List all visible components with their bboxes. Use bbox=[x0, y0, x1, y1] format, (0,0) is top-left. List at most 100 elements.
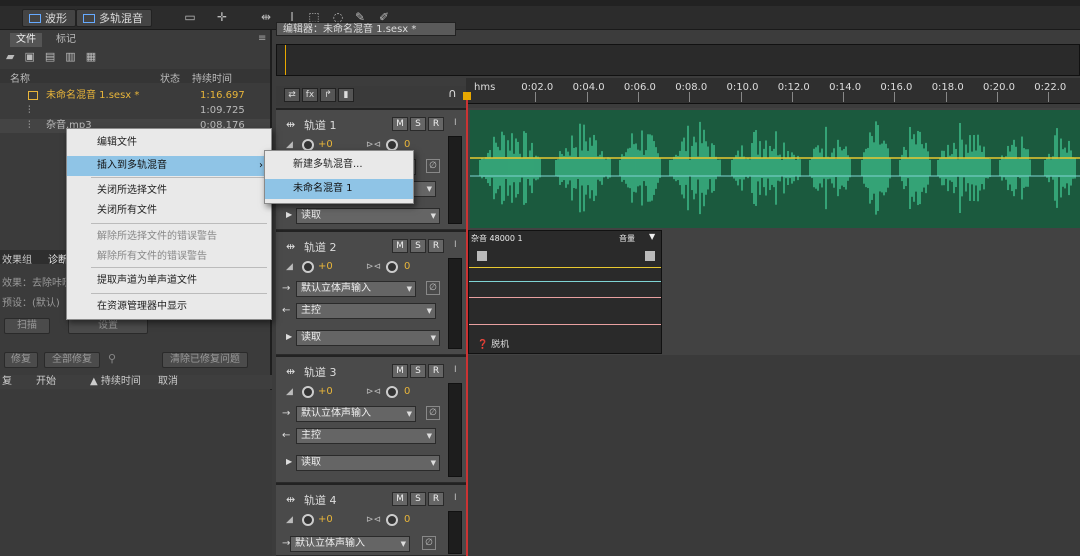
tab-effects[interactable]: 效果组 bbox=[2, 251, 32, 266]
track-name[interactable]: 轨道 1 bbox=[304, 117, 337, 133]
monitor-input-icon[interactable]: I bbox=[454, 493, 457, 503]
context-menu-item[interactable]: 关闭所选择文件 bbox=[67, 181, 271, 201]
pan-value[interactable]: 0 bbox=[404, 261, 410, 272]
import-icon[interactable]: ▣ bbox=[24, 50, 34, 66]
pan-knob[interactable] bbox=[386, 514, 398, 526]
mute-button[interactable]: M bbox=[392, 492, 408, 506]
automation-mode-select[interactable]: 读取 bbox=[296, 455, 440, 471]
mute-button[interactable]: M bbox=[392, 117, 408, 131]
new-file-icon[interactable]: ▤ bbox=[45, 50, 55, 66]
output-select[interactable]: 主控 bbox=[296, 428, 436, 444]
insert-icon[interactable]: ▥ bbox=[65, 50, 75, 66]
col-name[interactable]: 名称 bbox=[10, 70, 30, 85]
input-phase-icon[interactable]: ∅ bbox=[426, 406, 440, 420]
context-menu-item[interactable]: 编辑文件 bbox=[67, 133, 271, 153]
swap-icon[interactable]: ⇄ bbox=[284, 88, 300, 102]
volume-value[interactable]: +0 bbox=[318, 261, 333, 272]
pan-value[interactable]: 0 bbox=[404, 514, 410, 525]
solo-button[interactable]: S bbox=[410, 117, 426, 131]
volume-knob[interactable] bbox=[302, 261, 314, 273]
record-arm-button[interactable]: R bbox=[428, 239, 444, 253]
volume-envelope[interactable] bbox=[469, 267, 661, 268]
col-cancel[interactable]: 取消 bbox=[158, 375, 178, 389]
fx-icon[interactable]: fx bbox=[302, 88, 318, 102]
track-name[interactable]: 轨道 4 bbox=[304, 492, 337, 508]
context-menu-item[interactable]: 提取声道为单声道文件 bbox=[67, 271, 271, 291]
col-status[interactable]: 状态 bbox=[160, 70, 180, 85]
volume-value[interactable]: +0 bbox=[318, 514, 333, 525]
fade-out-handle-icon[interactable] bbox=[645, 251, 655, 261]
fix-button[interactable]: 修复 bbox=[4, 352, 38, 368]
pan-knob[interactable] bbox=[386, 261, 398, 273]
automation-mode-select[interactable]: 读取 bbox=[296, 208, 440, 224]
automation-mode-select[interactable]: 读取 bbox=[296, 330, 440, 346]
context-menu-item[interactable]: 在资源管理器中显示 bbox=[67, 297, 271, 317]
expand-icon[interactable]: ▶ bbox=[286, 210, 292, 219]
overview-bar[interactable] bbox=[276, 44, 1080, 76]
submenu-item[interactable]: 新建多轨混音... bbox=[265, 155, 413, 175]
context-menu-item[interactable]: 插入到多轨混音 › bbox=[67, 156, 271, 176]
expand-icon[interactable]: ▶ bbox=[286, 332, 292, 341]
record-arm-button[interactable]: R bbox=[428, 117, 444, 131]
context-menu-item[interactable]: 关闭所有文件 bbox=[67, 201, 271, 221]
mute-button[interactable]: M bbox=[392, 239, 408, 253]
playhead-marker[interactable] bbox=[463, 92, 471, 100]
input-select[interactable]: 默认立体声输入 bbox=[290, 536, 410, 552]
col-repair[interactable]: 复 bbox=[2, 375, 12, 389]
zoom-icon[interactable]: ⚲ bbox=[108, 352, 116, 365]
sends-icon[interactable]: ↱ bbox=[320, 88, 336, 102]
track-name[interactable]: 轨道 3 bbox=[304, 364, 337, 380]
scan-button[interactable]: 扫描 bbox=[4, 318, 50, 334]
volume-value[interactable]: +0 bbox=[318, 139, 333, 150]
input-phase-icon[interactable]: ∅ bbox=[426, 281, 440, 295]
editor-tab[interactable]: 编辑器：未命名混音 1.sesx * bbox=[276, 22, 456, 36]
audio-clip[interactable] bbox=[470, 110, 1080, 228]
solo-button[interactable]: S bbox=[410, 492, 426, 506]
preset-value[interactable]: (默认) bbox=[32, 298, 60, 309]
track-3-lane[interactable] bbox=[468, 355, 1080, 483]
monitor-input-icon[interactable]: I bbox=[454, 240, 457, 250]
solo-button[interactable]: S bbox=[410, 364, 426, 378]
expand-icon[interactable]: ▶ bbox=[286, 457, 292, 466]
tab-markers[interactable]: 标记 bbox=[50, 33, 82, 47]
mute-button[interactable]: M bbox=[392, 364, 408, 378]
headphones-icon[interactable]: ∩ bbox=[448, 86, 457, 100]
fix-all-button[interactable]: 全部修复 bbox=[44, 352, 100, 368]
panel-menu-icon[interactable]: ≡ bbox=[258, 33, 266, 44]
playhead[interactable] bbox=[466, 92, 468, 556]
col-duration[interactable]: ▲ 持续时间 bbox=[90, 375, 141, 389]
submenu-item[interactable]: 未命名混音 1 bbox=[265, 179, 413, 199]
eq-icon[interactable]: ▮ bbox=[338, 88, 354, 102]
volume-value[interactable]: +0 bbox=[318, 386, 333, 397]
col-duration[interactable]: 持续时间 bbox=[192, 70, 232, 85]
output-select[interactable]: 主控 bbox=[296, 303, 436, 319]
file-row[interactable]: 未命名混音 1.sesx * 1:16.697 bbox=[0, 89, 270, 103]
settings-button[interactable]: 设置 bbox=[68, 318, 148, 334]
record-arm-button[interactable]: R bbox=[428, 364, 444, 378]
clear-fixed-button[interactable]: 清除已修复问题 bbox=[162, 352, 248, 368]
file-row[interactable]: ⫶ 1:09.725 bbox=[0, 104, 270, 118]
input-phase-icon[interactable]: ∅ bbox=[426, 159, 440, 173]
pan-value[interactable]: 0 bbox=[404, 386, 410, 397]
pan-envelope[interactable] bbox=[469, 281, 661, 282]
open-folder-icon[interactable]: ▰ bbox=[6, 50, 14, 66]
fade-in-handle-icon[interactable] bbox=[477, 251, 487, 261]
monitor-input-icon[interactable]: I bbox=[454, 118, 457, 128]
input-select[interactable]: 默认立体声输入 bbox=[296, 406, 416, 422]
move-tool-icon[interactable]: ✛ bbox=[214, 9, 230, 25]
monitor-input-icon[interactable]: I bbox=[454, 365, 457, 375]
clip-menu-icon[interactable]: ▼ bbox=[649, 232, 655, 241]
input-phase-icon[interactable]: ∅ bbox=[422, 536, 436, 550]
tab-files[interactable]: 文件 bbox=[10, 33, 42, 47]
volume-knob[interactable] bbox=[302, 386, 314, 398]
track-name[interactable]: 轨道 2 bbox=[304, 239, 337, 255]
waveform-mode-button[interactable]: 波形 bbox=[22, 9, 76, 27]
col-start[interactable]: 开始 bbox=[36, 375, 56, 389]
tab-diagnostics[interactable]: 诊断 bbox=[48, 251, 68, 266]
input-select[interactable]: 默认立体声输入 bbox=[296, 281, 416, 297]
pan-knob[interactable] bbox=[386, 386, 398, 398]
record-arm-button[interactable]: R bbox=[428, 492, 444, 506]
delete-icon[interactable]: ▦ bbox=[86, 50, 96, 66]
offline-clip[interactable]: 杂音 48000 1 音量 ▼ ❓ 脱机 bbox=[468, 230, 662, 354]
solo-button[interactable]: S bbox=[410, 239, 426, 253]
